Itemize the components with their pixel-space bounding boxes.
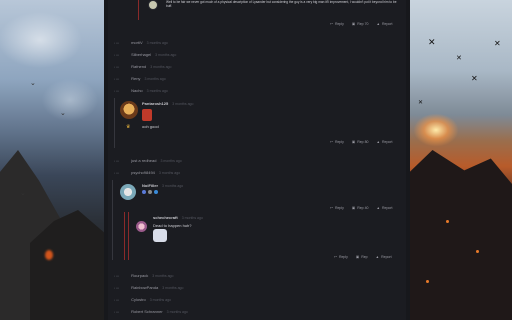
vote-indicator: ▪ ▪▪▪ bbox=[114, 64, 120, 69]
user-avatar[interactable] bbox=[136, 221, 147, 232]
vote-indicator: ▪ ▪▪▪ bbox=[114, 170, 120, 175]
rep-button[interactable]: ▣ Rep 40 bbox=[352, 206, 369, 210]
report-button[interactable]: ▲ Report bbox=[377, 206, 393, 210]
sticker-image bbox=[142, 109, 152, 121]
vote-indicator: ▪ ▪▪▪ bbox=[114, 52, 120, 57]
collapsed-comment[interactable]: ▪ ▪▪▪ RainbowPanda 3 months ago bbox=[114, 285, 183, 290]
collapsed-comment[interactable]: ▪ ▪▪▪ Cylostro 3 months ago bbox=[114, 297, 171, 302]
collapsed-comment[interactable]: ▪ ▪▪▪ Rourpack 3 months ago bbox=[114, 273, 173, 278]
comment-actions: ↩ Reply ▣ Rep ▲ Report bbox=[334, 255, 392, 259]
bird-icon: ⌄ bbox=[60, 110, 66, 117]
collapsed-comment[interactable]: ▪ ▪▪▪ just a redhead 3 months ago bbox=[114, 158, 182, 163]
bird-icon: ✕ bbox=[428, 37, 436, 47]
bird-icon: ✕ bbox=[456, 55, 462, 62]
ember-dot bbox=[446, 220, 449, 223]
reply-button[interactable]: ↩ Reply bbox=[330, 206, 344, 210]
reply-button[interactable]: ↩ Reply bbox=[330, 140, 344, 144]
comment-header: Pantarosh125 3 months ago bbox=[142, 101, 194, 106]
crown-icon: ♛ bbox=[126, 124, 131, 130]
ember-dot bbox=[476, 250, 479, 253]
reply-button[interactable]: ↩ Reply bbox=[334, 255, 348, 259]
ember-glow bbox=[45, 250, 53, 260]
thread-line bbox=[112, 180, 113, 260]
collapsed-comment[interactable]: ▪ ▪▪▪ Rafnend 3 months ago bbox=[114, 64, 171, 69]
collapsed-comment[interactable]: ▪ ▪▪▪ psycho98494 3 months ago bbox=[114, 170, 180, 175]
bird-icon: ✕ bbox=[471, 74, 478, 83]
bird-icon: ⌄ bbox=[30, 80, 36, 87]
thread-line bbox=[124, 212, 125, 260]
collapsed-comment[interactable]: ▪ ▪▪▪ Robert Schranner 3 months ago bbox=[114, 309, 188, 314]
badge-icon bbox=[142, 190, 146, 194]
report-button[interactable]: ▲ Report bbox=[377, 22, 393, 26]
background-art-left: ⌄ ⌄ ⌄ bbox=[0, 0, 104, 320]
vote-indicator: ▪ ▪▪▪ bbox=[114, 40, 120, 45]
user-avatar[interactable] bbox=[120, 184, 136, 200]
badge-icon bbox=[154, 190, 158, 194]
panel-border-right bbox=[406, 0, 410, 320]
comment-body: Dead to happen huh? bbox=[153, 223, 192, 228]
rep-button[interactable]: ▣ Rep bbox=[356, 255, 368, 259]
comment-actions: ↩ Reply ▣ Rep 70 ▲ Report bbox=[330, 22, 392, 26]
vote-indicator: ▪ ▪▪▪ bbox=[114, 285, 120, 290]
vote-indicator: ▪ ▪▪▪ bbox=[114, 297, 120, 302]
sticker-image bbox=[153, 229, 167, 242]
collapsed-comment[interactable]: ▪ ▪▪▪ Nacho 3 months ago bbox=[114, 88, 168, 93]
report-button[interactable]: ▲ Report bbox=[376, 255, 392, 259]
rep-button[interactable]: ▣ Rep 80 bbox=[352, 140, 369, 144]
collapsed-comment[interactable]: ▪ ▪▪▪ Silberhagel 3 months ago bbox=[114, 52, 176, 57]
collapsed-comment[interactable]: ▪ ▪▪▪ Reny 3 months ago bbox=[114, 76, 166, 81]
mountain-shape bbox=[406, 150, 512, 320]
comments-panel: Well to be fair we never got much of a p… bbox=[108, 0, 406, 320]
user-avatar[interactable] bbox=[148, 0, 158, 10]
comment-body: ooh good bbox=[142, 124, 159, 129]
bird-icon: ✕ bbox=[418, 100, 424, 106]
thread-line bbox=[138, 0, 139, 20]
vote-indicator: ▪ ▪▪▪ bbox=[114, 88, 120, 93]
collapsed-comment[interactable]: ▪ ▪▪▪ mortiV 3 months ago bbox=[114, 40, 168, 45]
thread-line bbox=[114, 98, 115, 148]
badge-row bbox=[142, 190, 158, 194]
comment-actions: ↩ Reply ▣ Rep 80 ▲ Report bbox=[330, 140, 392, 144]
ember-dot bbox=[426, 280, 429, 283]
report-button[interactable]: ▲ Report bbox=[377, 140, 393, 144]
user-avatar[interactable] bbox=[120, 101, 138, 119]
vote-indicator: ▪ ▪▪▪ bbox=[114, 273, 120, 278]
vote-indicator: ▪ ▪▪▪ bbox=[114, 309, 120, 314]
thread-line bbox=[128, 212, 129, 260]
reply-button[interactable]: ↩ Reply bbox=[330, 22, 344, 26]
comment-body: Well to be fair we never got much of a p… bbox=[166, 0, 397, 9]
rep-button[interactable]: ▣ Rep 70 bbox=[352, 22, 369, 26]
vote-indicator: ▪ ▪▪▪ bbox=[114, 158, 120, 163]
background-art-right: ✕ ✕ ✕ ✕ ✕ bbox=[406, 0, 512, 320]
badge-icon bbox=[148, 190, 152, 194]
bird-icon: ⌄ bbox=[20, 190, 26, 197]
vote-indicator: ▪ ▪▪▪ bbox=[114, 76, 120, 81]
bird-icon: ✕ bbox=[494, 39, 501, 48]
comment-actions: ↩ Reply ▣ Rep 40 ▲ Report bbox=[330, 206, 392, 210]
comment-header: NoiFiller 3 months ago bbox=[142, 183, 184, 188]
comment-header: schechecraft 3 months ago bbox=[153, 215, 203, 220]
